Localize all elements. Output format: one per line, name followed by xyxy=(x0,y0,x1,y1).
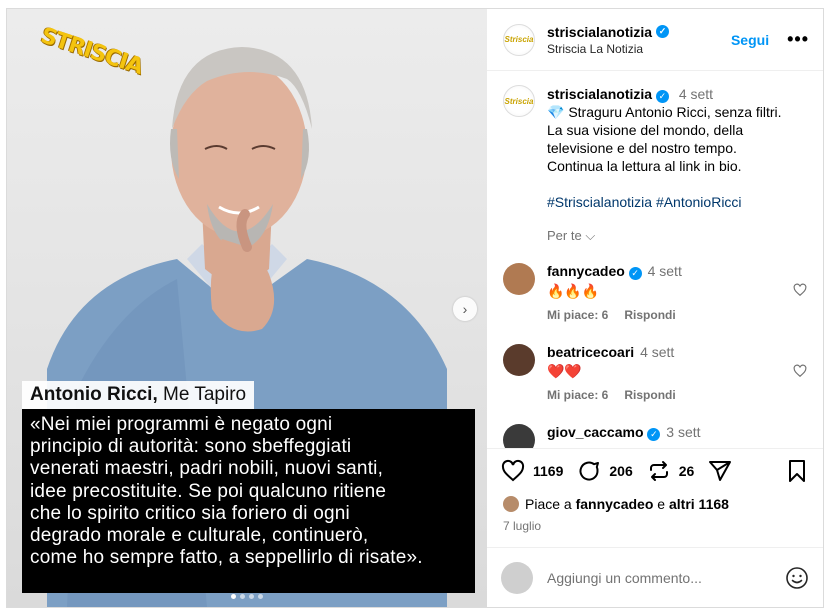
like-count[interactable]: 1169 xyxy=(533,463,563,479)
like-comment-icon[interactable] xyxy=(793,364,807,378)
avatar[interactable] xyxy=(503,344,535,376)
caption-line: 💎 Straguru Antonio Ricci, senza filtri. xyxy=(547,104,782,120)
quote-author: Antonio Ricci, xyxy=(30,384,158,405)
header-username[interactable]: strisciala­notizia xyxy=(547,24,652,40)
comment-text: ❤️❤️ xyxy=(547,363,582,379)
more-options-icon[interactable]: ••• xyxy=(787,29,809,50)
avatar[interactable] xyxy=(503,424,535,448)
quote-source: Me Tapiro xyxy=(163,384,247,405)
avatar[interactable]: Striscia xyxy=(503,23,535,56)
comment-likes[interactable]: Mi piace: 6 xyxy=(547,388,608,402)
avatar[interactable] xyxy=(503,496,519,512)
comment-input[interactable]: Aggiungi un commento... xyxy=(547,570,785,586)
post-dialog: STRISCIA › Antonio Ricci, Me Tapiro «Nei… xyxy=(6,8,824,608)
quote-line: «Nei miei programmi è negato ogni xyxy=(30,414,333,435)
post-sidebar: Striscia strisciala­notizia ✓ Striscia L… xyxy=(487,9,823,607)
avatar[interactable]: Striscia xyxy=(503,85,535,117)
add-comment-bar: Aggiungi un commento... xyxy=(487,547,823,607)
verified-icon: ✓ xyxy=(647,428,661,441)
comments-section[interactable]: Striscia strisciala­notizia ✓ 4 sett 💎 S… xyxy=(487,71,823,449)
reply-button[interactable]: Rispondi xyxy=(624,308,675,322)
smiley-icon[interactable] xyxy=(785,566,809,590)
header-display-name: Striscia La Notizia xyxy=(547,41,644,56)
quote-line: come ho sempre fatto, a seppellirlo di r… xyxy=(30,547,423,569)
carousel-dot xyxy=(240,594,245,599)
comment-item: fannycadeo ✓ 4 sett 🔥🔥🔥 Mi piace: 6 Risp… xyxy=(503,263,807,322)
carousel-dot xyxy=(231,594,236,599)
action-bar: 1169 206 26 xyxy=(487,449,823,493)
quote-line: degrado morale e culturale, continuerò, xyxy=(30,525,369,547)
quote-line: che lo spirito critico sia foriero di og… xyxy=(30,502,350,524)
comment-count[interactable]: 206 xyxy=(609,463,632,479)
verified-icon: ✓ xyxy=(656,25,670,38)
comment-likes[interactable]: Mi piace: 6 xyxy=(547,308,608,322)
comment-username[interactable]: beatricecoari xyxy=(547,344,634,360)
comment-icon[interactable] xyxy=(577,459,601,483)
quote-attribution: Antonio Ricci, Me Tapiro xyxy=(22,381,255,409)
post-caption: Striscia strisciala­notizia ✓ 4 sett 💎 S… xyxy=(503,85,807,245)
verified-icon: ✓ xyxy=(628,267,642,280)
liked-by-prefix: Piace a xyxy=(525,496,572,512)
heart-icon[interactable] xyxy=(501,459,525,483)
caption-username[interactable]: strisciala­notizia xyxy=(547,86,652,102)
like-comment-icon[interactable] xyxy=(793,283,807,297)
quote-line: venerati maestri, padri nobili, nuovi sa… xyxy=(30,458,384,480)
chevron-down-icon: ⌵ xyxy=(585,228,596,243)
caption-time[interactable]: 4 sett xyxy=(679,86,713,102)
carousel-dot xyxy=(258,594,263,599)
quote-line: idee precostituite. Se poi qualcuno riti… xyxy=(30,480,387,502)
caption-line: Continua la lettura al link in bio. xyxy=(547,158,742,174)
comment-text: 🔥🔥🔥 xyxy=(547,283,600,299)
comment-item: beatricecoari 4 sett ❤️❤️ Mi piace: 6 Ri… xyxy=(503,344,807,402)
liked-by-and: e xyxy=(657,496,666,512)
verified-icon: ✓ xyxy=(655,89,669,103)
repost-count[interactable]: 26 xyxy=(679,463,695,479)
liked-by-others[interactable]: altri 1168 xyxy=(669,496,729,512)
post-date[interactable]: 7 luglio xyxy=(487,515,823,537)
avatar[interactable] xyxy=(503,263,535,295)
follow-button[interactable]: Segui xyxy=(731,32,769,48)
post-header: Striscia strisciala­notizia ✓ Striscia L… xyxy=(487,9,823,71)
liked-by-user[interactable]: fannycadeo xyxy=(576,496,654,512)
comment-time[interactable]: 4 sett xyxy=(640,344,674,360)
caption-line: televisione e del nostro tempo. xyxy=(547,140,737,156)
translation-toggle[interactable]: Per te ⌵ xyxy=(547,227,799,245)
comment-username[interactable]: giov_caccamo xyxy=(547,424,644,440)
bookmark-icon[interactable] xyxy=(785,459,809,483)
hashtags[interactable]: #Strisciala­notizia #AntonioRicci xyxy=(547,193,799,211)
carousel-dot xyxy=(249,594,254,599)
quote-line: principio di autorità: sono sbeffeggiati xyxy=(30,436,352,458)
reply-button[interactable]: Rispondi xyxy=(624,388,675,402)
comment-username[interactable]: fannycadeo xyxy=(547,263,625,279)
caption-line: La sua visione del mondo, della xyxy=(547,122,744,138)
liked-by: Piace a fannycadeo e altri 1168 xyxy=(487,493,823,515)
translation-label: Per te xyxy=(547,228,582,243)
post-media[interactable]: STRISCIA › Antonio Ricci, Me Tapiro «Nei… xyxy=(7,9,487,607)
repost-icon[interactable] xyxy=(647,459,671,483)
share-icon[interactable] xyxy=(708,459,732,483)
avatar xyxy=(501,561,533,594)
comment-item: giov_caccamo ✓ 3 sett xyxy=(503,424,807,448)
comment-time[interactable]: 3 sett xyxy=(666,424,700,440)
chevron-right-icon[interactable]: › xyxy=(453,297,477,321)
carousel-dots xyxy=(231,594,263,599)
quote-block: «Nei miei programmi è negato ogni princi… xyxy=(22,409,475,593)
comment-time[interactable]: 4 sett xyxy=(648,263,682,279)
